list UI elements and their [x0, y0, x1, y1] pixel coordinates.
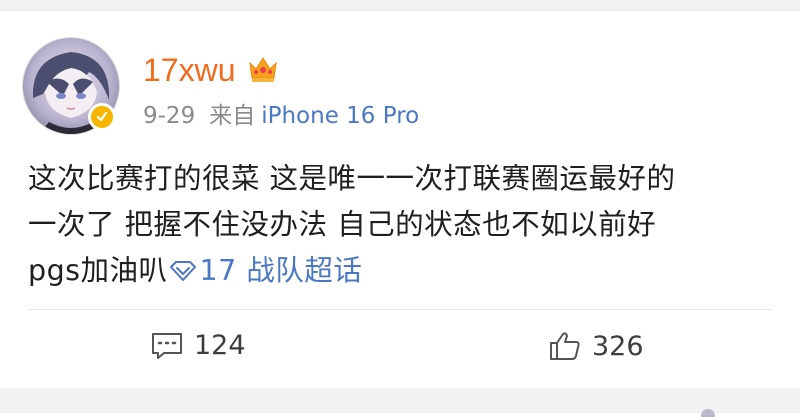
post-date: 9-29	[143, 103, 196, 129]
post-line: 一次了 把握不住没办法 自己的状态也不如以前好	[28, 208, 657, 241]
post-text: 这次比赛打的很菜 这是唯一一次打联赛圈运最好的 一次了 把握不住没办法 自己的状…	[28, 156, 778, 294]
diamond-icon	[168, 250, 198, 281]
post-line-text: pgs加油叭	[28, 254, 168, 287]
comment-button[interactable]: 124	[150, 330, 246, 361]
post-line: 这次比赛打的很菜 这是唯一一次打联赛圈运最好的	[28, 162, 676, 195]
topic-label[interactable]: 17 战队超话	[200, 254, 363, 287]
scroll-indicator	[701, 409, 715, 417]
divider	[28, 309, 772, 310]
post-line: pgs加油叭 17 战队超话	[28, 248, 778, 294]
device-link[interactable]: iPhone 16 Pro	[261, 103, 419, 129]
author-name[interactable]: 17xwu	[143, 50, 236, 90]
crown-icon	[246, 53, 280, 85]
bottom-separator	[0, 388, 800, 417]
verified-badge-icon	[88, 103, 116, 131]
source-label: 来自	[209, 103, 256, 129]
top-separator	[0, 0, 800, 11]
thumbs-up-icon	[548, 330, 582, 362]
comment-icon	[150, 331, 184, 361]
like-button[interactable]: 326	[548, 330, 644, 362]
topic-link[interactable]: 17 战队超话	[168, 254, 363, 287]
like-count: 326	[592, 330, 644, 362]
post-meta: 9-29 来自 iPhone 16 Pro	[143, 100, 419, 132]
comment-count: 124	[194, 330, 246, 361]
avatar[interactable]	[22, 37, 122, 137]
